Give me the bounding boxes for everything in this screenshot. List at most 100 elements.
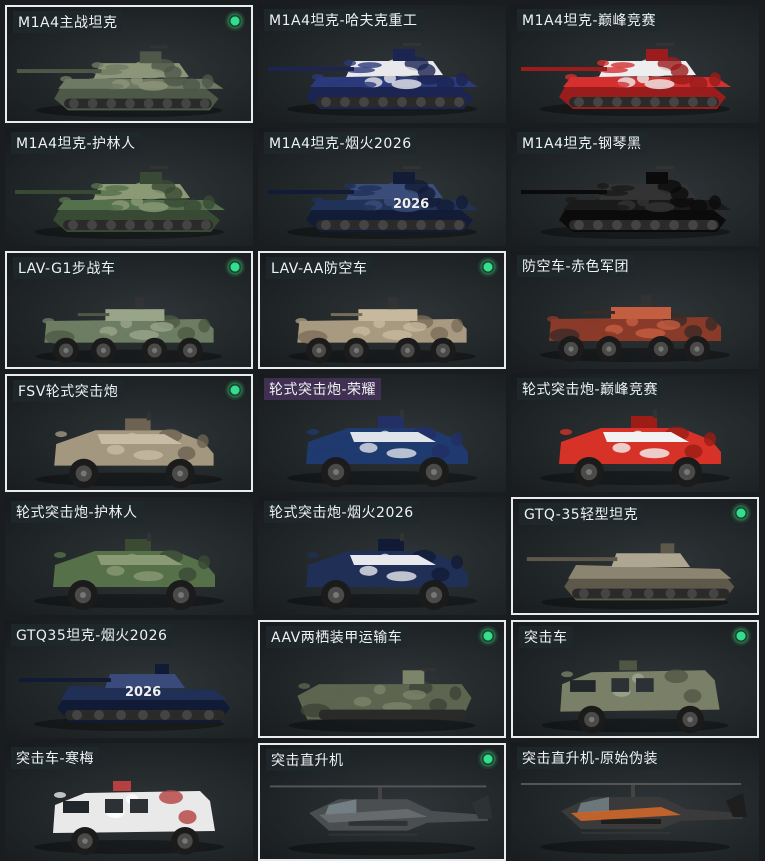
camo-patch: [150, 321, 174, 332]
wheel: [596, 336, 622, 362]
vehicle-card-15[interactable]: GTQ-35轻型坦克: [511, 497, 759, 615]
vehicle-card-1[interactable]: M1A4主战坦克: [5, 5, 253, 123]
tank-gun-barrel: [268, 67, 354, 71]
vehicle-image: [526, 543, 735, 610]
heli-weapon-pylon: [348, 820, 408, 826]
wheel: [68, 580, 98, 610]
camo-patch: [547, 316, 559, 322]
camo-patch: [138, 80, 168, 91]
vehicle-name: LAV-AA防空车: [266, 257, 373, 279]
vehicle-name: GTQ-35轻型坦克: [519, 503, 644, 525]
vehicle-card-17[interactable]: AAV两栖装甲运输车: [258, 620, 506, 738]
camo-patch: [62, 448, 93, 455]
wheel: [71, 827, 99, 855]
camo-patch: [386, 448, 417, 459]
road-wheel: [454, 220, 464, 230]
owned-indicator-icon: [480, 751, 496, 767]
vehicle-card-19[interactable]: 突击车-寒梅: [5, 743, 253, 861]
wheel: [648, 336, 674, 362]
tank-gun-barrel: [15, 190, 101, 194]
tank-rws: [139, 51, 162, 64]
truck-rws: [113, 781, 131, 791]
camo-patch: [561, 671, 574, 678]
tank-gun-barrel: [521, 190, 607, 194]
truck-window: [611, 678, 630, 692]
camo-patch: [183, 199, 202, 214]
vehicle-image: [288, 668, 476, 733]
camo-patch: [105, 64, 129, 71]
road-wheel: [707, 97, 717, 107]
camo-patch: [611, 81, 630, 88]
camo-patch: [307, 552, 319, 558]
camo-patch: [55, 431, 68, 438]
camo-patch: [203, 195, 215, 210]
vehicle-card-6[interactable]: M1A4坦克-钢琴黑: [511, 128, 759, 246]
camo-patch: [106, 444, 125, 455]
camo-patch: [606, 452, 625, 459]
camo-patch: [163, 65, 182, 80]
camo-patch: [359, 565, 378, 576]
camo-patch: [135, 68, 165, 79]
camo-patch: [344, 60, 356, 66]
road-wheel: [665, 588, 676, 599]
camo-patch: [560, 429, 572, 435]
vehicle-card-10[interactable]: FSV轮式突击炮: [5, 374, 253, 492]
vehicle-card-21[interactable]: 突击直升机-原始伪装: [511, 743, 759, 861]
ltank-hull: [568, 565, 732, 579]
car-antenna: [400, 410, 404, 418]
camo-patch: [314, 569, 345, 576]
road-wheel: [669, 220, 679, 230]
vehicle-card-7[interactable]: LAV-G1步战车: [5, 251, 253, 369]
vehicle-shadow: [540, 840, 730, 854]
vehicle-card-20[interactable]: 突击直升机: [258, 743, 506, 861]
camo-patch: [100, 453, 119, 460]
vehicle-name: 突击直升机-原始伪装: [517, 747, 664, 769]
camo-patch: [133, 450, 163, 461]
ltank-rws: [660, 543, 675, 554]
apc-cannon: [330, 313, 363, 317]
road-wheel: [106, 220, 116, 230]
camo-patch: [344, 183, 356, 189]
camo-patch: [353, 452, 372, 459]
vehicle-card-2[interactable]: M1A4坦克-哈夫克重工: [258, 5, 506, 123]
tank-mg: [149, 45, 168, 49]
camo-patch: [358, 81, 377, 88]
vehicle-card-11[interactable]: 轮式突击炮-荣耀: [258, 374, 506, 492]
wheel: [419, 457, 449, 487]
road-wheel: [94, 710, 104, 720]
vehicle-card-8[interactable]: LAV-AA防空车: [258, 251, 506, 369]
camo-patch: [91, 62, 104, 69]
wheel: [672, 457, 702, 487]
wheel: [676, 705, 704, 734]
vehicle-card-18[interactable]: 突击车: [511, 620, 759, 738]
camo-patch: [565, 197, 577, 203]
vehicle-image: [35, 412, 223, 489]
camo-patch: [54, 792, 66, 798]
vehicle-card-5[interactable]: 2026 M1A4坦克-烟火2026: [258, 128, 506, 246]
wheel: [558, 336, 584, 362]
vehicle-card-9[interactable]: 防空车-赤色军团: [511, 251, 759, 369]
road-wheel: [378, 97, 388, 107]
ltank-gun-barrel: [526, 557, 618, 562]
vehicle-image: [35, 297, 223, 364]
camo-patch: [597, 183, 609, 189]
vehicle-card-3[interactable]: M1A4坦克-巅峰竞赛: [511, 5, 759, 123]
camo-patch: [704, 432, 716, 447]
vehicle-card-12[interactable]: 轮式突击炮-巅峰竞赛: [511, 374, 759, 492]
road-wheel: [68, 98, 79, 109]
vehicle-card-13[interactable]: 轮式突击炮-护林人: [5, 497, 253, 615]
wheel: [177, 337, 203, 364]
road-wheel: [359, 220, 369, 230]
wheel: [321, 580, 351, 610]
vehicle-image: [521, 166, 731, 239]
camo-patch: [567, 446, 598, 453]
vehicle-card-4[interactable]: M1A4坦克-护林人: [5, 128, 253, 246]
vehicle-card-14[interactable]: 轮式突击炮-烟火2026: [258, 497, 506, 615]
vehicle-card-16[interactable]: 2026 GTQ35坦克-烟火2026: [5, 620, 253, 738]
camo-patch: [402, 689, 427, 700]
camo-patch: [159, 790, 183, 805]
road-wheel: [182, 710, 192, 720]
aav-turret: [402, 670, 425, 685]
camo-patch: [373, 684, 386, 695]
apc-turret: [611, 307, 671, 319]
